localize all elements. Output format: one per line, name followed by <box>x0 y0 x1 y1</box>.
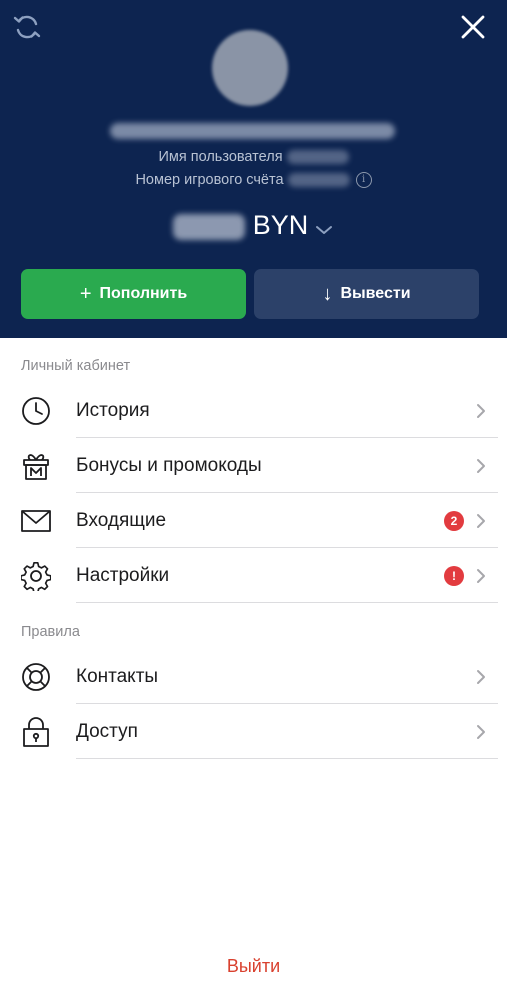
chevron-right-icon <box>477 725 485 739</box>
withdraw-button-label: Вывести <box>340 285 411 302</box>
alert-badge: ! <box>444 566 464 586</box>
unread-badge: 2 <box>444 511 464 531</box>
menu-item-inbox[interactable]: Входящие 2 <box>0 493 507 548</box>
currency-label: BYN <box>252 210 309 240</box>
username-label: Имя пользователя <box>158 149 283 165</box>
gift-icon <box>20 451 52 481</box>
username-row: Имя пользователя <box>0 149 507 165</box>
gear-icon <box>20 561 52 591</box>
lock-icon <box>20 717 52 747</box>
menu-item-bonuses[interactable]: Бонусы и промокоды <box>0 438 507 493</box>
deposit-button-label: Пополнить <box>99 285 188 302</box>
chevron-right-icon <box>477 459 485 473</box>
section-title-rules: Правила <box>21 624 80 640</box>
chevron-right-icon <box>477 404 485 418</box>
user-name-hidden <box>110 123 395 139</box>
clock-icon <box>20 396 52 426</box>
section-title-personal: Личный кабинет <box>21 358 131 374</box>
menu-item-label: Контакты <box>76 666 159 687</box>
deposit-button[interactable]: + Пополнить <box>21 269 246 319</box>
envelope-icon <box>20 506 52 536</box>
account-value-hidden <box>287 173 350 188</box>
close-icon[interactable] <box>456 10 490 44</box>
info-icon[interactable]: i <box>355 172 372 189</box>
menu-item-contacts[interactable]: Контакты <box>0 649 507 704</box>
avatar <box>212 30 288 106</box>
menu-item-label: История <box>76 400 150 421</box>
username-value-hidden <box>286 150 349 165</box>
account-row: Номер игрового счёта i <box>0 172 507 189</box>
menu-item-label: Входящие <box>76 510 167 531</box>
arrow-down-icon: ↓ <box>322 283 333 305</box>
chevron-right-icon <box>477 514 485 528</box>
menu-item-history[interactable]: История <box>0 383 507 438</box>
balance-amount-hidden <box>172 213 245 240</box>
refresh-icon[interactable] <box>10 10 44 44</box>
account-label: Номер игрового счёта <box>135 172 284 188</box>
chevron-right-icon <box>477 670 485 684</box>
menu-item-access[interactable]: Доступ <box>0 704 507 759</box>
withdraw-button[interactable]: ↓ Вывести <box>254 269 479 319</box>
chevron-right-icon <box>477 569 485 583</box>
menu-item-label: Настройки <box>76 565 170 586</box>
profile-header: Имя пользователя Номер игрового счёта i B… <box>0 0 507 338</box>
divider <box>76 758 498 759</box>
menu-item-label: Доступ <box>76 721 138 742</box>
chevron-down-icon <box>314 207 334 247</box>
menu-item-settings[interactable]: Настройки ! <box>0 548 507 603</box>
divider <box>76 602 498 603</box>
logout-button[interactable]: Выйти <box>0 956 507 977</box>
balance-selector[interactable]: BYN <box>0 205 507 247</box>
lifebuoy-icon <box>20 662 52 692</box>
plus-icon: + <box>79 283 92 305</box>
menu-item-label: Бонусы и промокоды <box>76 455 262 476</box>
